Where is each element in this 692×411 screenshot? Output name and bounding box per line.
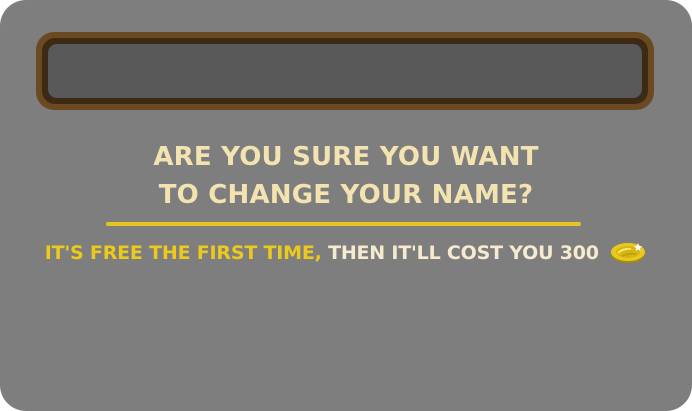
divider [106,222,581,226]
cost-notice: IT'S FREE THE FIRST TIME, THEN IT'LL COS… [0,238,692,268]
question-line-1: ARE YOU SURE YOU WANT [153,142,539,172]
question-line-2: TO CHANGE YOUR NAME? [158,180,534,210]
cost-amount-text: THEN IT'LL COST YOU 300 [328,242,599,264]
change-name-dialog: ARE YOU SURE YOU WANT TO CHANGE YOUR NAM… [0,0,692,411]
confirm-question: ARE YOU SURE YOU WANT TO CHANGE YOUR NAM… [0,138,692,214]
free-first-time-text: IT'S FREE THE FIRST TIME, [44,242,322,264]
name-field-border [42,38,648,104]
coin-icon [609,239,647,265]
name-field-frame [36,32,654,110]
name-input[interactable] [48,44,642,98]
